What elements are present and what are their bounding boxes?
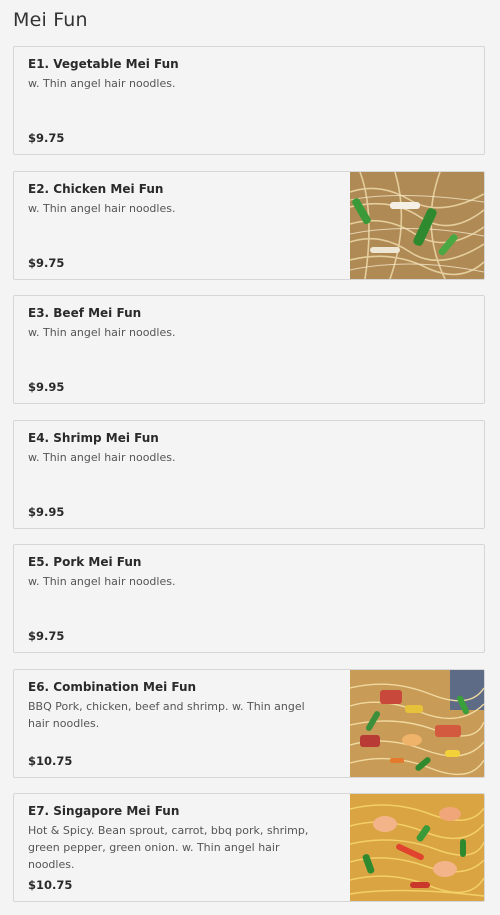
item-price: $10.75 — [28, 754, 73, 768]
item-description: w. Thin angel hair noodles. — [28, 451, 176, 464]
item-name: E1. Vegetable Mei Fun — [28, 57, 179, 71]
item-description: w. Thin angel hair noodles. — [28, 77, 176, 90]
item-name: E7. Singapore Mei Fun — [28, 804, 180, 818]
menu-item-shrimp-mei-fun[interactable]: E4. Shrimp Mei Fun w. Thin angel hair no… — [13, 420, 485, 529]
item-price: $9.75 — [28, 629, 65, 643]
item-price: $10.75 — [28, 878, 73, 892]
chicken-mei-fun-photo — [350, 172, 484, 279]
menu-item-beef-mei-fun[interactable]: E3. Beef Mei Fun w. Thin angel hair nood… — [13, 295, 485, 404]
item-description: Hot & Spicy. Bean sprout, carrot, bbq po… — [28, 824, 309, 871]
singapore-mei-fun-photo — [350, 794, 484, 901]
item-name: E6. Combination Mei Fun — [28, 680, 197, 694]
item-price: $9.75 — [28, 131, 65, 145]
menu-item-combination-mei-fun[interactable]: E6. Combination Mei Fun BBQ Pork, chicke… — [13, 669, 485, 778]
menu-item-singapore-mei-fun[interactable]: E7. Singapore Mei Fun Hot & Spicy. Bean … — [13, 793, 485, 902]
menu-item-vegetable-mei-fun[interactable]: E1. Vegetable Mei Fun w. Thin angel hair… — [13, 46, 485, 155]
combination-mei-fun-photo — [350, 670, 484, 777]
section-title: Mei Fun — [13, 9, 88, 31]
item-price: $9.95 — [28, 380, 65, 394]
item-price: $9.95 — [28, 505, 65, 519]
item-price: $9.75 — [28, 256, 65, 270]
menu-item-pork-mei-fun[interactable]: E5. Pork Mei Fun w. Thin angel hair nood… — [13, 544, 485, 653]
item-name: E3. Beef Mei Fun — [28, 306, 142, 320]
item-description: w. Thin angel hair noodles. — [28, 202, 176, 215]
item-description: w. Thin angel hair noodles. — [28, 575, 176, 588]
item-name: E2. Chicken Mei Fun — [28, 182, 164, 196]
item-description: w. Thin angel hair noodles. — [28, 326, 176, 339]
item-name: E4. Shrimp Mei Fun — [28, 431, 159, 445]
item-name: E5. Pork Mei Fun — [28, 555, 142, 569]
menu-item-chicken-mei-fun[interactable]: E2. Chicken Mei Fun w. Thin angel hair n… — [13, 171, 485, 280]
item-description: BBQ Pork, chicken, beef and shrimp. w. T… — [28, 700, 305, 730]
